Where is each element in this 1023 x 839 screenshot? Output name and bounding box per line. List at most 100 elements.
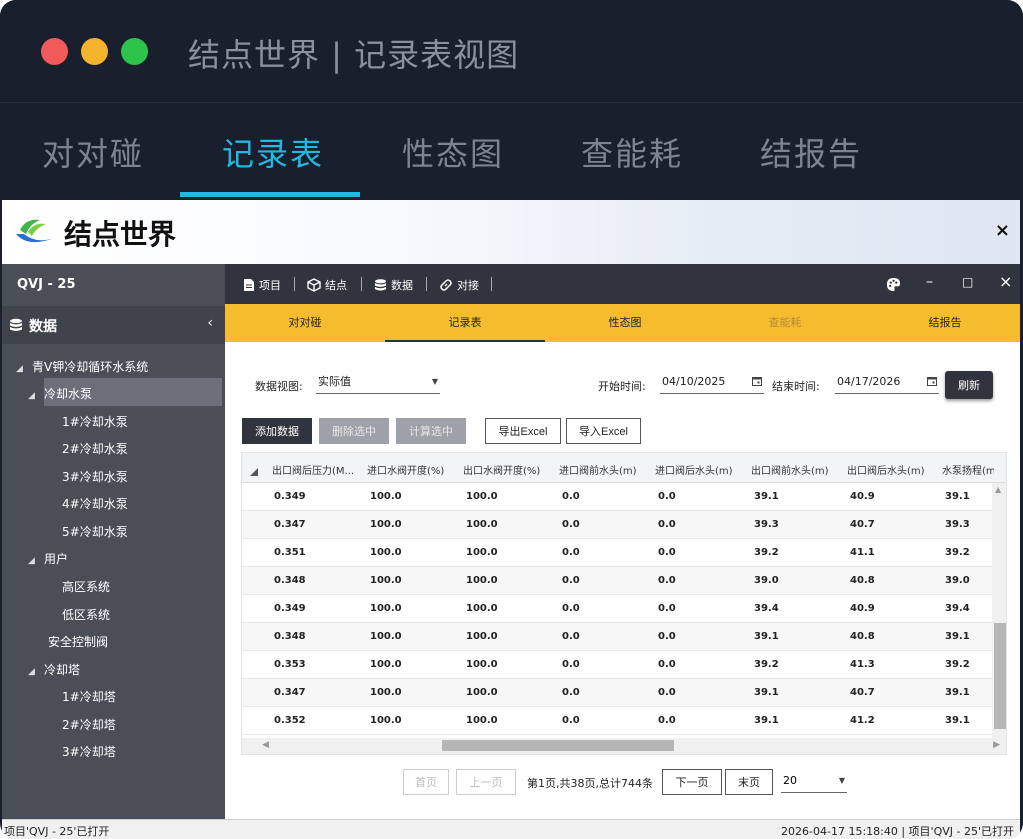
sort-corner-icon[interactable] — [250, 468, 258, 476]
table-cell[interactable]: 100.0 — [466, 491, 498, 502]
table-cell[interactable]: 100.0 — [370, 547, 402, 558]
start-date-picker[interactable]: 04/10/2025 — [660, 372, 764, 394]
table-cell[interactable]: 40.9 — [850, 491, 875, 502]
table-row[interactable]: 0.349 100.0 100.0 0.0 0.0 39.4 40.9 39.4 — [242, 595, 994, 623]
table-cell[interactable]: 0.0 — [562, 519, 580, 530]
table-cell[interactable]: 39.0 — [945, 575, 970, 586]
table-cell[interactable]: 100.0 — [466, 547, 498, 558]
table-cell[interactable]: 100.0 — [370, 575, 402, 586]
first-page-button[interactable]: 首页 — [403, 769, 449, 795]
tree-item-towers[interactable]: ◢ 冷却塔 — [28, 661, 80, 678]
table-row[interactable]: 0.351 100.0 100.0 0.0 0.0 39.2 41.1 39.2 — [242, 539, 994, 567]
table-cell[interactable]: 40.7 — [850, 687, 875, 698]
collapse-chevron-icon[interactable]: ‹ — [207, 315, 213, 331]
table-cell[interactable]: 0.0 — [658, 687, 676, 698]
tab-jiebaogao[interactable]: 结报告 — [760, 129, 862, 175]
scroll-right-icon[interactable]: ▶ — [993, 740, 1000, 750]
table-cell[interactable]: 0.0 — [562, 491, 580, 502]
tree-item-system[interactable]: ◢ 青V钾冷却循环水系统 — [16, 358, 148, 375]
scroll-up-icon[interactable]: ▲ — [995, 485, 1001, 494]
palette-icon[interactable] — [886, 277, 901, 292]
table-cell[interactable]: 0.0 — [658, 715, 676, 726]
export-excel-button[interactable]: 导出Excel — [485, 418, 561, 444]
table-cell[interactable]: 0.353 — [274, 659, 306, 670]
table-cell[interactable]: 0.0 — [658, 603, 676, 614]
table-cell[interactable]: 39.1 — [945, 491, 970, 502]
table-cell[interactable]: 0.0 — [658, 491, 676, 502]
toolbar-node-button[interactable]: 结点 — [307, 277, 347, 293]
page-size-select[interactable]: 20 ▼ — [781, 771, 847, 793]
import-excel-button[interactable]: 导入Excel — [566, 418, 641, 444]
table-cell[interactable]: 40.7 — [850, 519, 875, 530]
table-cell[interactable]: 100.0 — [466, 603, 498, 614]
column-header[interactable]: 出口阀前水头(m) — [751, 462, 843, 477]
table-cell[interactable]: 0.349 — [274, 491, 306, 502]
tree-item-safety-valve[interactable]: 安全控制阀 — [48, 633, 108, 650]
table-cell[interactable]: 0.348 — [274, 631, 306, 642]
subtab-duiduipeng[interactable]: 对对碰 — [225, 304, 385, 342]
table-cell[interactable]: 41.3 — [850, 659, 875, 670]
table-cell[interactable]: 100.0 — [370, 659, 402, 670]
table-row[interactable]: 0.347 100.0 100.0 0.0 0.0 39.3 40.7 39.3 — [242, 511, 994, 539]
table-cell[interactable]: 39.4 — [945, 603, 970, 614]
column-header[interactable]: 进口水阀开度(%) — [367, 462, 459, 477]
table-row[interactable]: 0.347 100.0 100.0 0.0 0.0 39.1 40.7 39.1 — [242, 679, 994, 707]
table-cell[interactable]: 100.0 — [370, 715, 402, 726]
column-header[interactable]: 出口阀后水头(m) — [847, 462, 939, 477]
prev-page-button[interactable]: 上一页 — [456, 769, 516, 795]
column-header[interactable]: 进口阀前水头(m) — [559, 462, 651, 477]
tree-item-pump-1[interactable]: 1#冷却水泵 — [62, 413, 128, 430]
subtab-jilubiao[interactable]: 记录表 — [385, 304, 545, 342]
vertical-scrollbar[interactable]: ▲ — [992, 483, 1006, 739]
calendar-icon[interactable] — [927, 376, 937, 386]
table-cell[interactable]: 0.351 — [274, 547, 306, 558]
table-cell[interactable]: 39.2 — [945, 659, 970, 670]
table-cell[interactable]: 0.0 — [658, 631, 676, 642]
scroll-left-icon[interactable]: ◀ — [262, 740, 269, 750]
table-cell[interactable]: 0.0 — [658, 547, 676, 558]
column-header[interactable]: 出口水阀开度(%) — [463, 462, 555, 477]
table-cell[interactable]: 0.349 — [274, 603, 306, 614]
table-cell[interactable]: 0.0 — [658, 575, 676, 586]
tab-jilubiao[interactable]: 记录表 — [222, 129, 324, 175]
table-cell[interactable]: 0.347 — [274, 687, 306, 698]
tab-xingtaitu[interactable]: 性态图 — [402, 129, 504, 175]
table-cell[interactable]: 39.1 — [945, 715, 970, 726]
table-cell[interactable]: 39.1 — [754, 631, 779, 642]
table-cell[interactable]: 100.0 — [370, 519, 402, 530]
refresh-button[interactable]: 刷新 — [945, 371, 993, 399]
table-cell[interactable]: 0.0 — [562, 575, 580, 586]
table-row[interactable]: 0.353 100.0 100.0 0.0 0.0 39.2 41.3 39.2 — [242, 651, 994, 679]
table-cell[interactable]: 100.0 — [370, 603, 402, 614]
sidebar-section-data[interactable]: 数据 ‹ — [2, 306, 225, 344]
table-cell[interactable]: 39.3 — [945, 519, 970, 530]
table-cell[interactable]: 100.0 — [370, 687, 402, 698]
tree-item-pump-5[interactable]: 5#冷却水泵 — [62, 523, 128, 540]
table-cell[interactable]: 100.0 — [466, 659, 498, 670]
tree-item-pump-2[interactable]: 2#冷却水泵 — [62, 440, 128, 457]
tree-expand-icon[interactable]: ◢ — [16, 364, 32, 374]
tree-item-tower-3[interactable]: 3#冷却塔 — [62, 743, 116, 760]
toolbar-connect-button[interactable]: 对接 — [439, 277, 479, 293]
table-cell[interactable]: 0.0 — [562, 659, 580, 670]
tab-duiduipeng[interactable]: 对对碰 — [42, 129, 144, 175]
horizontal-scroll-thumb[interactable] — [442, 740, 674, 751]
tree-item-tower-1[interactable]: 1#冷却塔 — [62, 688, 116, 705]
table-cell[interactable]: 40.9 — [850, 603, 875, 614]
table-cell[interactable]: 100.0 — [370, 491, 402, 502]
table-cell[interactable]: 100.0 — [466, 575, 498, 586]
maximize-icon[interactable]: □ — [962, 275, 973, 289]
table-cell[interactable]: 0.0 — [562, 715, 580, 726]
column-header[interactable]: 进口阀后水头(m) — [655, 462, 747, 477]
window-maximize-dot[interactable] — [121, 38, 148, 65]
window-minimize-dot[interactable] — [81, 38, 108, 65]
table-cell[interactable]: 41.1 — [850, 547, 875, 558]
horizontal-scrollbar[interactable]: ◀ ▶ — [242, 738, 1006, 754]
table-cell[interactable]: 39.0 — [754, 575, 779, 586]
table-cell[interactable]: 100.0 — [466, 687, 498, 698]
minimize-icon[interactable]: – — [926, 274, 933, 290]
table-cell[interactable]: 39.4 — [754, 603, 779, 614]
table-cell[interactable]: 0.348 — [274, 575, 306, 586]
tree-expand-icon[interactable]: ◢ — [28, 391, 44, 401]
table-cell[interactable]: 40.8 — [850, 575, 875, 586]
